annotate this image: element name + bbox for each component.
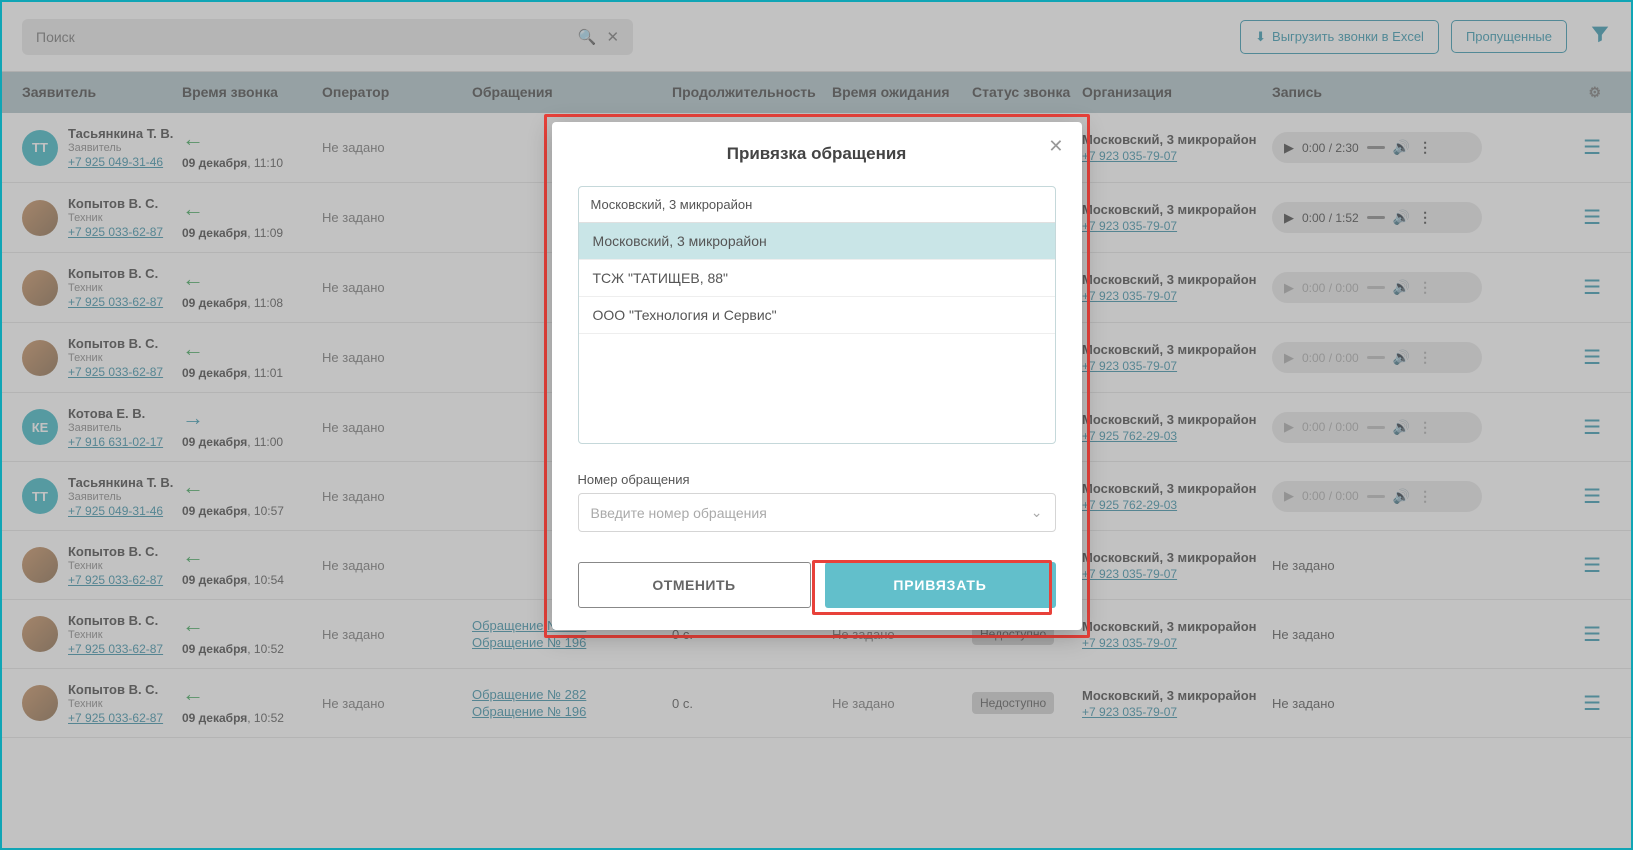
chevron-down-icon: ⌄ (1031, 504, 1043, 521)
close-icon[interactable]: ✕ (1048, 136, 1063, 157)
modal-overlay: ✕ Привязка обращения Московский, 3 микро… (2, 2, 1631, 848)
modal-title: Привязка обращения (578, 144, 1056, 164)
bind-button[interactable]: ПРИВЯЗАТЬ (825, 562, 1056, 608)
org-search-input[interactable]: Московский, 3 микрорайон (579, 187, 1055, 223)
org-option[interactable]: Московский, 3 микрорайон (579, 223, 1055, 260)
request-number-select[interactable]: Введите номер обращения ⌄ (578, 493, 1056, 532)
org-options-list: Московский, 3 микрорайонТСЖ "ТАТИЩЕВ, 88… (579, 223, 1055, 443)
org-option[interactable]: ООО "Технология и Сервис" (579, 297, 1055, 334)
request-number-placeholder: Введите номер обращения (591, 505, 767, 521)
org-option[interactable]: ТСЖ "ТАТИЩЕВ, 88" (579, 260, 1055, 297)
cancel-button[interactable]: ОТМЕНИТЬ (578, 562, 811, 608)
modal-buttons: ОТМЕНИТЬ ПРИВЯЗАТЬ (578, 562, 1056, 608)
bind-request-modal: ✕ Привязка обращения Московский, 3 микро… (552, 122, 1082, 630)
org-search-field: Московский, 3 микрорайон Московский, 3 м… (578, 186, 1056, 444)
request-number-label: Номер обращения (578, 472, 1056, 487)
